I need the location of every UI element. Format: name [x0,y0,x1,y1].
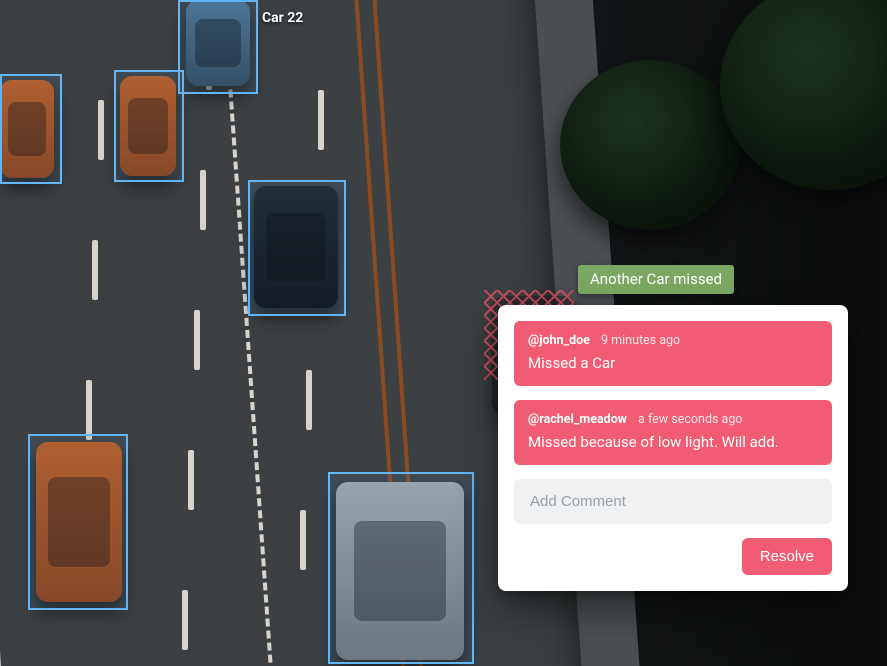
comment-author: @john_doe [528,333,590,348]
issue-tag[interactable]: Another Car missed [578,265,734,294]
lane-dash [318,90,324,150]
comment-author: @rachel_meadow [528,412,627,427]
tree [560,60,740,230]
annotation-scene: Car 22 Another Car missed @john_doe 9 mi… [0,0,887,666]
car [120,76,176,176]
comment-meta: @john_doe 9 minutes ago [528,333,818,348]
comment-time: a few seconds ago [638,412,742,427]
lane-dash [86,380,92,440]
car [336,482,464,660]
lane-dash [92,240,98,300]
panel-actions: Resolve [514,538,832,575]
comment-body: Missed because of low light. Will add. [528,433,818,451]
car [186,0,250,86]
comment-meta: @rachel_meadow a few seconds ago [528,412,818,427]
comment: @john_doe 9 minutes ago Missed a Car [514,321,832,386]
lane-dash [300,510,306,570]
lane-dash [200,170,206,230]
car [36,442,122,602]
lane-dash [194,310,200,370]
car [0,80,54,178]
lane-dash [98,100,104,160]
lane-dash [306,370,312,430]
lane-dash [182,590,188,650]
comment-body: Missed a Car [528,354,818,372]
add-comment-input[interactable] [514,479,832,524]
comment: @rachel_meadow a few seconds ago Missed … [514,400,832,465]
bbox-label: Car 22 [262,10,303,26]
comment-time: 9 minutes ago [601,333,680,348]
car [254,186,338,308]
comment-panel: @john_doe 9 minutes ago Missed a Car @ra… [498,305,848,591]
resolve-button[interactable]: Resolve [742,538,832,575]
lane-dash [188,450,194,510]
